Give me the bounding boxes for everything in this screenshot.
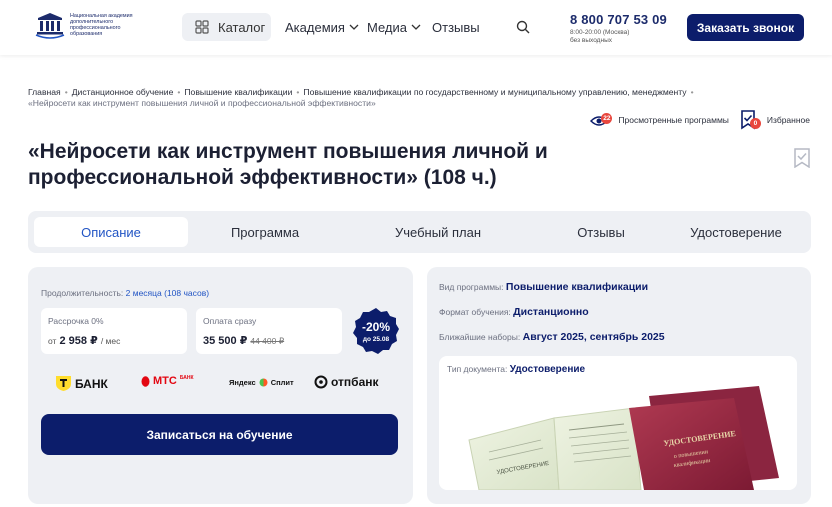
chevron-down-icon: [411, 24, 421, 30]
full-payment-box[interactable]: Оплата сразу 35 500 ₽44 400 ₽: [196, 308, 342, 354]
pricing-card: Продолжительность: 2 месяца (108 часов) …: [28, 267, 413, 504]
old-price: 44 400 ₽: [250, 336, 285, 346]
yandex-split-logo: Яндекс Сплит: [229, 378, 294, 387]
phone-number[interactable]: 8 800 707 53 09: [570, 12, 667, 27]
mts-bank-logo: МТС БАНК: [141, 375, 194, 387]
installment-label: Рассрочка 0%: [48, 316, 104, 326]
breadcrumb-item[interactable]: Повышение квалификации: [184, 87, 292, 97]
next-intakes: Ближайшие наборы: Август 2025, сентябрь …: [439, 331, 665, 343]
nav-academy[interactable]: Академия: [285, 20, 359, 35]
document-preview: Тип документа: Удостоверение УДОСТОВЕРЕН…: [439, 356, 797, 490]
tab-program[interactable]: Программа: [188, 217, 342, 247]
grid-icon: [195, 20, 209, 34]
favorites-link[interactable]: 0 Избранное: [739, 110, 810, 130]
program-type: Вид программы: Повышение квалификации: [439, 281, 649, 293]
nav-reviews[interactable]: Отзывы: [432, 20, 480, 35]
full-payment-value: 35 500 ₽44 400 ₽: [203, 335, 285, 347]
mts-egg-icon: [141, 376, 150, 387]
breadcrumb-item[interactable]: Главная: [28, 87, 61, 97]
logo[interactable]: Национальная академия дополнительного пр…: [34, 11, 148, 39]
full-payment-label: Оплата сразу: [203, 316, 257, 326]
breadcrumb: Главная • Дистанционное обучение • Повышение…: [28, 87, 694, 108]
phone-days: без выходных: [570, 37, 612, 44]
discount-badge: -20% до 25.08: [353, 308, 399, 354]
discount-until: до 25.08: [363, 336, 390, 343]
tbank-logo: БАНК: [55, 375, 108, 392]
academy-emblem-icon: [35, 13, 65, 39]
certificate-image: УДОСТОВЕРЕНИЕ УДОСТОВЕРЕНИЕ о повышении …: [468, 386, 779, 490]
installment-box[interactable]: Рассрочка 0% от 2 958 ₽ / мес: [41, 308, 187, 354]
otp-swirl-icon: [314, 375, 328, 389]
breadcrumb-current: «Нейросети как инструмент повышения личн…: [28, 98, 376, 108]
page-title: «Нейросети как инструмент повышения личн…: [28, 140, 548, 189]
nav-media[interactable]: Медиа: [367, 20, 421, 35]
program-info-card: Вид программы: Повышение квалификации Фо…: [427, 267, 811, 504]
search-icon[interactable]: [516, 20, 530, 34]
phone-hours: 8:00-20:00 (Москва): [570, 29, 630, 36]
phone-block[interactable]: 8 800 707 53 09 8:00-20:00 (Москва) без …: [570, 12, 667, 45]
breadcrumb-item[interactable]: Дистанционное обучение: [72, 87, 174, 97]
duration: Продолжительность: 2 месяца (108 часов): [41, 288, 210, 298]
discount-percent: -20%: [362, 320, 390, 334]
viewed-programs-link[interactable]: 22 Просмотренные программы: [590, 110, 729, 130]
study-format: Формат обучения: Дистанционно: [439, 306, 589, 318]
tab-description[interactable]: Описание: [34, 217, 188, 247]
split-icon: [259, 378, 268, 387]
catalog-label: Каталог: [218, 19, 266, 35]
top-links: 22 Просмотренные программы 0 Избранное: [590, 110, 810, 130]
enroll-button[interactable]: Записаться на обучение: [41, 414, 398, 455]
catalog-button[interactable]: Каталог: [182, 13, 271, 41]
tabs: Описание Программа Учебный план Отзывы У…: [28, 211, 811, 253]
bookmark-icon[interactable]: [793, 148, 811, 168]
logo-text: Национальная академия дополнительного пр…: [70, 13, 133, 37]
favorites-label: Избранное: [766, 115, 810, 125]
installment-value: от 2 958 ₽ / мес: [48, 335, 121, 347]
tab-certificate[interactable]: Удостоверение: [659, 217, 813, 247]
breadcrumb-item[interactable]: Повышение квалификации по государственно…: [303, 87, 686, 97]
chevron-down-icon: [349, 24, 359, 30]
bank-logos: БАНК МТС БАНК Яндекс Сплит отпбанк: [28, 375, 413, 393]
header: Национальная академия дополнительного пр…: [0, 0, 832, 55]
tab-reviews[interactable]: Отзывы: [524, 217, 678, 247]
tbank-shield-icon: [56, 376, 71, 391]
tab-curriculum[interactable]: Учебный план: [361, 217, 515, 247]
favorites-count-badge: 0: [749, 118, 761, 129]
order-call-button[interactable]: Заказать звонок: [687, 14, 804, 41]
viewed-label: Просмотренные программы: [618, 115, 729, 125]
otp-bank-logo: отпбанк: [314, 375, 379, 389]
document-type: Тип документа: Удостоверение: [447, 364, 586, 375]
